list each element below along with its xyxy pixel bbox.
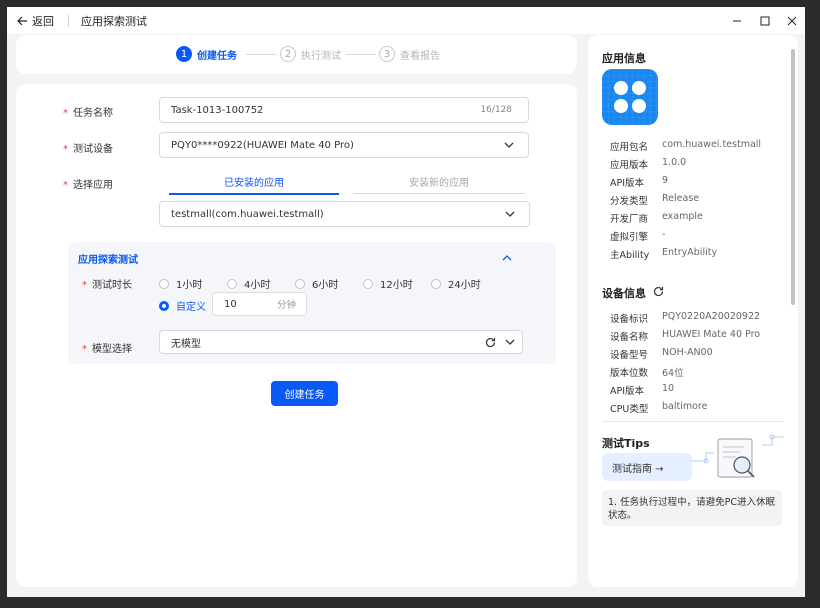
device-info-row: 设备名称 HUAWEI Mate 40 Pro [610,329,761,343]
app-info-row: 开发厂商 example [610,211,703,225]
duration-option-24h[interactable]: 24小时 [431,276,481,291]
duration-option-12h[interactable]: 12小时 [363,276,413,291]
chevron-down-icon [505,339,515,345]
task-name-value: Task-1013-100752 [171,104,264,116]
device-info-title: 设备信息 [602,287,646,300]
app-logo-icon [602,69,658,125]
device-info-row: 设备标识 PQY0220A20020922 [610,311,761,325]
divider [602,421,784,422]
tip-text: 1. 任务执行过程中，请避免PC进入休眠状态。 [602,490,782,526]
model-label: * 模型选择 [82,344,132,355]
tab-installed-apps[interactable]: 已安装的应用 [169,174,339,195]
app-info-row: 应用版本 1.0.0 [610,157,687,171]
document-search-illustration-icon [692,434,784,478]
step-view-report: 3 查看报告 [379,46,440,62]
maximize-button[interactable] [751,7,779,34]
model-select[interactable]: 无模型 [159,330,523,354]
refresh-icon[interactable] [485,337,496,348]
duration-unit: 分钟 [276,300,296,311]
title-bar: 返回 应用探索测试 [7,7,805,34]
app-label: * 选择应用 [63,180,113,191]
panel-title: 应用探索测试 [78,255,138,266]
create-task-button[interactable]: 创建任务 [271,381,338,406]
app-info-row: API版本 9 [610,175,669,189]
test-guide-link[interactable]: 测试指南 → [602,453,692,481]
close-button[interactable] [778,7,805,34]
custom-duration-value: 10 [224,298,237,310]
duration-option-custom[interactable]: 自定义 [159,298,206,313]
step-label: 执行测试 [301,50,341,62]
app-info-title: 应用信息 [602,52,646,65]
app-icon [602,69,658,125]
device-value: PQY0****0922(HUAWEI Mate 40 Pro) [171,139,354,151]
model-value: 无模型 [171,338,201,350]
app-window: 返回 应用探索测试 1 创建任务 2 执行测试 3 查看报告 * 任务名称 Ta… [7,7,805,597]
exploration-test-panel: 应用探索测试 * 测试时长 1小时 4小时 6小时 12小时 24小时 自定义 1… [68,242,556,364]
step-number: 1 [176,46,192,62]
duration-label: * 测试时长 [82,280,132,291]
close-icon [787,16,797,25]
chevron-down-icon [504,142,514,148]
window-title: 应用探索测试 [81,14,147,28]
char-count: 16/128 [480,105,512,115]
back-label: 返回 [32,14,54,28]
step-create-task: 1 创建任务 [176,46,237,62]
app-info-row: 主Ability EntryAbility [610,247,718,261]
task-name-label: * 任务名称 [63,108,113,119]
step-number: 3 [379,46,395,62]
chevron-up-icon[interactable] [502,253,512,263]
step-label: 创建任务 [197,50,237,62]
step-execute-test: 2 执行测试 [280,46,341,62]
app-info-row: 分发类型 Release [610,193,700,207]
minimize-button[interactable] [723,7,751,34]
device-info-row: 设备型号 NOH-AN00 [610,347,713,361]
arrow-left-icon [17,16,27,25]
custom-duration-input[interactable]: 10 分钟 [212,292,307,316]
task-form: * 任务名称 Task-1013-100752 16/128 * 测试设备 PQY0… [16,84,577,587]
app-info-row: 应用包名 com.huawei.testmall [610,139,762,153]
scrollbar[interactable] [791,49,795,305]
app-select[interactable]: testmall(com.huawei.testmall) [159,201,530,227]
chevron-down-icon [505,211,515,217]
duration-option-6h[interactable]: 6小时 [295,276,338,291]
app-value: testmall(com.huawei.testmall) [171,208,324,220]
device-info-row: API版本 10 [610,383,675,397]
step-connector [346,54,376,55]
minimize-icon [733,20,741,21]
duration-option-1h[interactable]: 1小时 [159,276,202,291]
step-number: 2 [280,46,296,62]
step-indicator: 1 创建任务 2 执行测试 3 查看报告 [16,35,577,74]
step-label: 查看报告 [400,50,440,62]
app-info-row: 虚拟引擎 - [610,229,666,243]
refresh-icon[interactable] [653,286,664,297]
task-name-input[interactable]: Task-1013-100752 16/128 [159,97,529,123]
step-connector [246,54,276,55]
tips-title: 测试Tips [602,437,650,450]
device-label: * 测试设备 [63,144,113,155]
back-button[interactable]: 返回 [17,13,54,29]
device-info-row: 版本位数 64位 [610,368,684,379]
device-info-row: CPU类型 baltimore [610,401,708,415]
maximize-icon [760,16,770,25]
title-separator [68,14,69,27]
device-select[interactable]: PQY0****0922(HUAWEI Mate 40 Pro) [159,132,529,158]
tab-install-new-app[interactable]: 安装新的应用 [353,174,525,194]
duration-option-4h[interactable]: 4小时 [227,276,270,291]
info-sidebar: 应用信息 应用包名 com.huawei.testmall 应用版本 1.0.0 A… [588,35,798,587]
